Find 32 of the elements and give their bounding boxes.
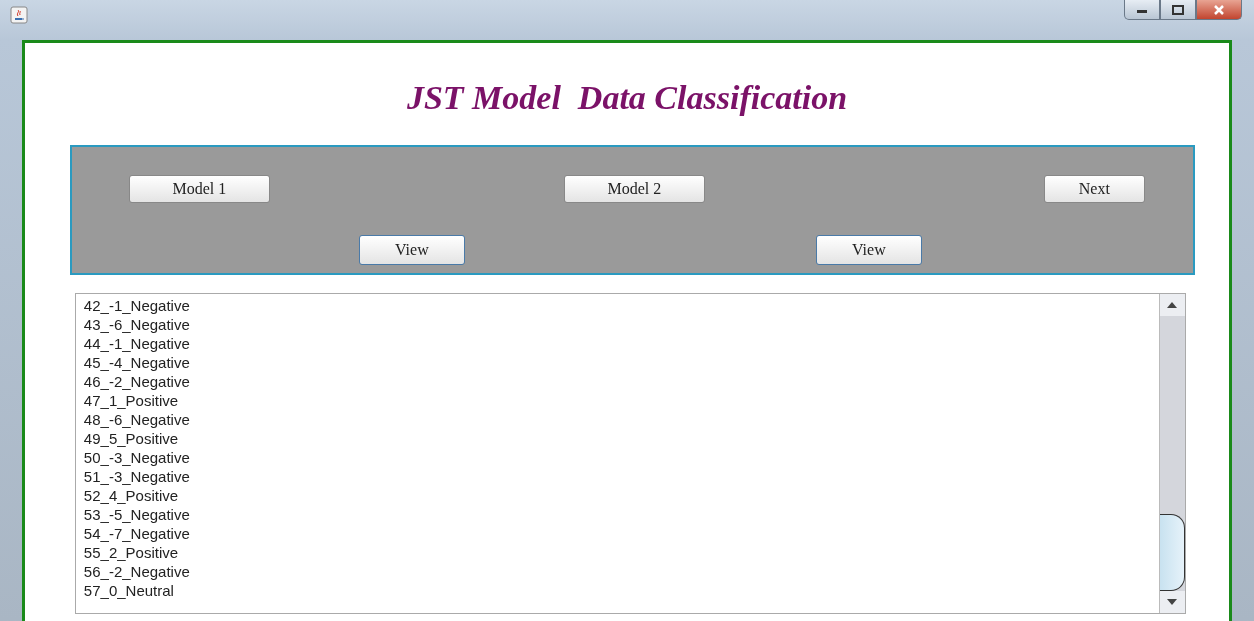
result-item: 53_-5_Negative: [83, 505, 190, 524]
result-item: 56_-2_Negative: [83, 562, 190, 581]
result-item: 51_-3_Negative: [83, 467, 190, 486]
result-item: 54_-7_Negative: [83, 524, 190, 543]
result-item: 46_-2_Negative: [83, 372, 190, 391]
scroll-thumb[interactable]: [1159, 514, 1185, 591]
scroll-down-icon: [1167, 599, 1178, 605]
result-item: 42_-1_Negative: [83, 296, 190, 315]
model-button[interactable]: Next: [1043, 175, 1145, 203]
close-icon: [1213, 4, 1225, 15]
result-item: 52_4_Positive: [83, 486, 179, 505]
result-item: 45_-4_Negative: [83, 353, 190, 372]
maximize-button[interactable]: [1160, 0, 1196, 20]
scrollbar[interactable]: [1158, 294, 1185, 613]
close-button[interactable]: [1196, 0, 1242, 20]
model-button[interactable]: Model 2: [563, 175, 705, 203]
result-item: 48_-6_Negative: [83, 410, 190, 429]
result-item: 57_0_Neutral: [83, 581, 174, 600]
result-item: 47_1_Positive: [83, 391, 179, 410]
minimize-button[interactable]: [1124, 0, 1160, 20]
maximize-icon: [1172, 4, 1184, 15]
view-button[interactable]: View: [358, 235, 465, 265]
result-item: 49_5_Positive: [83, 429, 179, 448]
result-item: 55_2_Positive: [83, 543, 179, 562]
view-button[interactable]: View: [815, 235, 922, 265]
result-item: 50_-3_Negative: [83, 448, 190, 467]
app-icon: [10, 6, 28, 24]
result-item: 44_-1_Negative: [83, 334, 190, 353]
result-item: 43_-6_Negative: [83, 315, 190, 334]
scroll-up-icon: [1167, 302, 1178, 308]
app-title: JST Model Data Classification: [406, 78, 848, 117]
model-button[interactable]: Model 1: [128, 175, 270, 203]
